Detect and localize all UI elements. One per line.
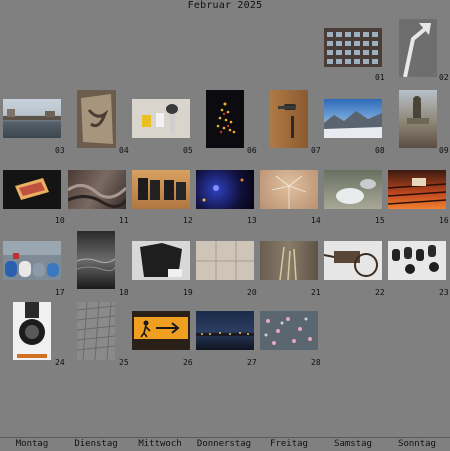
photo-black-jacket[interactable]: [132, 241, 190, 280]
photo-cup-and-brush[interactable]: [132, 99, 190, 138]
day-number: 01: [375, 73, 385, 82]
weekday-label: Freitag: [270, 439, 308, 449]
photo-grill-fire[interactable]: [388, 170, 446, 209]
photo-glowing-card[interactable]: [3, 170, 61, 209]
day-number: 18: [119, 288, 129, 297]
photo-colored-barrels[interactable]: [3, 241, 61, 280]
day-number: 21: [311, 288, 321, 297]
photo-pedestrian-sign[interactable]: [132, 311, 190, 350]
day-number: 27: [247, 358, 257, 367]
weekday-label: Donnerstag: [196, 439, 252, 449]
photo-river-town[interactable]: [3, 99, 61, 138]
photo-building-facade[interactable]: [324, 28, 382, 67]
photo-boots-on-floor[interactable]: [132, 170, 190, 209]
day-number: 16: [439, 216, 449, 225]
day-number: 15: [375, 216, 385, 225]
photo-mountain-panorama[interactable]: [324, 99, 382, 138]
photo-old-cart[interactable]: [324, 241, 382, 280]
photo-fountain-statue[interactable]: [399, 90, 437, 148]
day-number: 05: [183, 146, 193, 155]
day-number: 03: [55, 146, 65, 155]
day-number: 09: [439, 146, 449, 155]
day-number: 28: [311, 358, 321, 367]
day-number: 19: [183, 288, 193, 297]
day-number: 24: [55, 358, 65, 367]
day-number: 02: [439, 73, 449, 82]
photo-tiled-wall[interactable]: [196, 241, 254, 280]
photo-wheel-rim[interactable]: [13, 302, 51, 360]
photo-car-keys[interactable]: [388, 241, 446, 280]
day-number: 06: [247, 146, 257, 155]
day-number: 22: [375, 288, 385, 297]
photo-fabric-folds[interactable]: [68, 170, 126, 209]
photo-frosted-leaves[interactable]: [324, 170, 382, 209]
photo-arrow-road-sign[interactable]: [399, 19, 437, 77]
day-number: 17: [55, 288, 65, 297]
weekday-label: Mittwoch: [138, 439, 182, 449]
day-number: 04: [119, 146, 129, 155]
photo-spiral-staircase[interactable]: [77, 90, 116, 148]
day-number: 11: [119, 216, 129, 225]
day-number: 14: [311, 216, 321, 225]
photo-dark-water[interactable]: [77, 231, 115, 289]
day-number: 26: [183, 358, 193, 367]
day-number: 12: [183, 216, 193, 225]
weekday-label: Samstag: [334, 439, 372, 449]
day-number: 20: [247, 288, 257, 297]
day-number: 10: [55, 216, 65, 225]
photo-night-lights[interactable]: [196, 170, 254, 209]
weekday-label: Dienstag: [74, 439, 118, 449]
weekday-label: Sonntag: [398, 439, 436, 449]
weekday-label: Montag: [15, 439, 49, 449]
photo-cobblestone[interactable]: [77, 302, 115, 360]
day-number: 25: [119, 358, 129, 367]
day-number: 07: [311, 146, 321, 155]
photo-christmas-tree-lights[interactable]: [206, 90, 244, 148]
calendar-title: Februar 2025: [187, 0, 263, 11]
photo-night-harbor[interactable]: [196, 311, 254, 350]
photo-petals-on-ground[interactable]: [260, 311, 318, 350]
photo-dandelion[interactable]: [260, 170, 318, 209]
weekday-header: Montag Dienstag Mittwoch Donnerstag Frei…: [0, 437, 450, 451]
photo-dry-grass[interactable]: [260, 241, 318, 280]
day-number: 13: [247, 216, 257, 225]
photo-door-handle[interactable]: [270, 90, 308, 148]
day-number: 23: [439, 288, 449, 297]
day-number: 08: [375, 146, 385, 155]
